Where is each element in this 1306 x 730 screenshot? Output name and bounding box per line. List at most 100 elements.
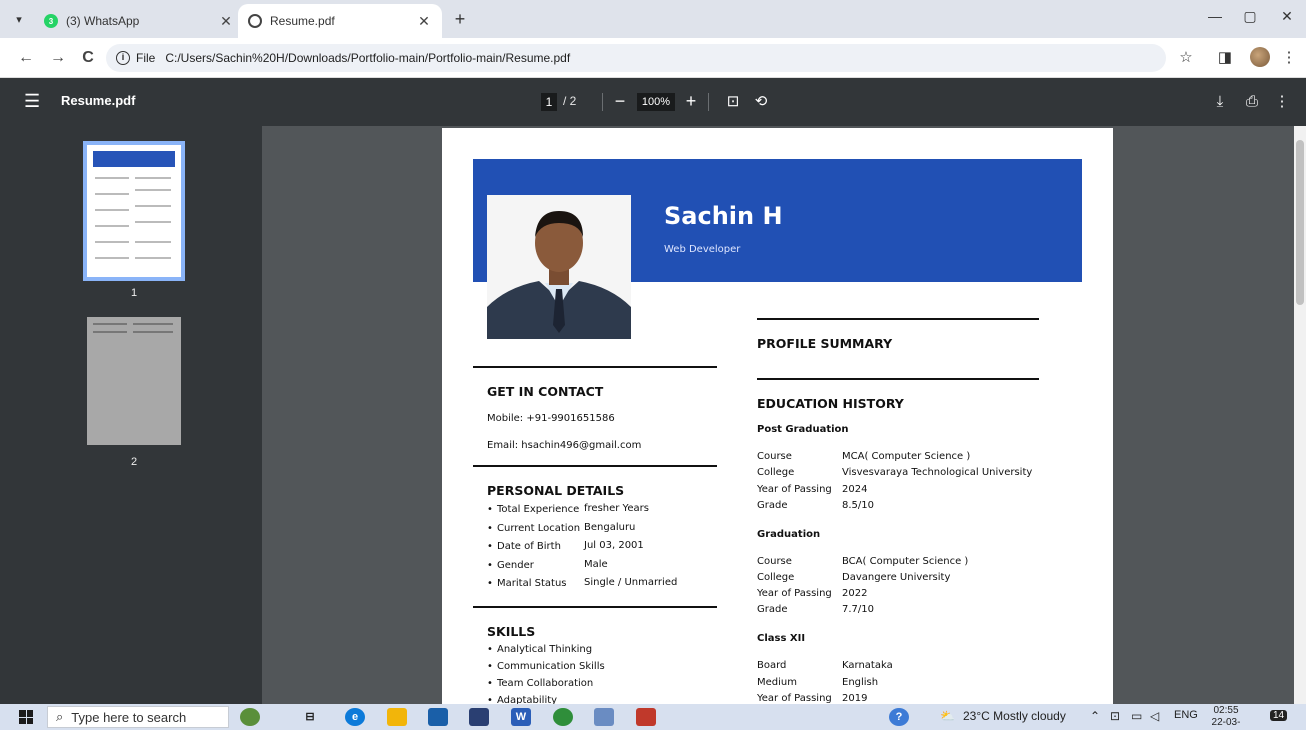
- tab-search-chevron-icon[interactable]: ▾: [8, 9, 30, 31]
- tab-title: (3) WhatsApp: [66, 14, 140, 28]
- new-tab-button[interactable]: +: [450, 9, 470, 29]
- thumbnail-line: [95, 209, 129, 211]
- skill-item: Communication Skills: [487, 661, 605, 672]
- education-label: Medium: [757, 677, 797, 688]
- help-icon[interactable]: ?: [889, 708, 909, 726]
- personal-heading: PERSONAL DETAILS: [487, 483, 625, 498]
- rotate-icon[interactable]: ⟲: [751, 92, 771, 112]
- side-panel-icon[interactable]: ◨: [1214, 48, 1236, 68]
- skill-item: Adaptability: [487, 695, 557, 704]
- page-number-input[interactable]: 1: [541, 93, 557, 111]
- education-value: English: [842, 677, 879, 688]
- thumbnail-line: [135, 221, 171, 223]
- skills-heading: SKILLS: [487, 624, 536, 639]
- close-tab-icon[interactable]: ✕: [218, 13, 234, 30]
- pdf-toolbar: ☰ Resume.pdf 1 / 2 − 100% + ⊡ ⟲ ⤓ ⎙ ⋮: [0, 78, 1306, 126]
- weather-icon[interactable]: ⛅: [940, 709, 955, 723]
- education-value: 2019: [842, 693, 868, 704]
- divider: [708, 93, 709, 111]
- zoom-input[interactable]: 100%: [637, 93, 675, 111]
- windows-start-icon[interactable]: [19, 710, 33, 724]
- zoom-in-button[interactable]: +: [682, 90, 700, 112]
- fit-to-page-icon[interactable]: ⊡: [723, 92, 743, 112]
- clock-date: 22-03-2024: [1211, 717, 1241, 730]
- contact-email: Email: hsachin496@gmail.com: [487, 440, 642, 451]
- tab-resume-pdf[interactable]: Resume.pdf ✕: [238, 4, 442, 38]
- maximize-button[interactable]: ▢: [1235, 8, 1265, 25]
- thumbnail-line: [133, 331, 173, 333]
- profile-avatar[interactable]: [1250, 47, 1270, 67]
- section-divider: [757, 378, 1039, 380]
- education-value: 8.5/10: [842, 500, 874, 511]
- minimize-button[interactable]: —: [1200, 8, 1230, 24]
- page-total: / 2: [563, 94, 577, 108]
- chrome-icon[interactable]: [553, 708, 573, 726]
- thumbnail-label: 1: [130, 287, 138, 299]
- language-indicator[interactable]: ENG: [1174, 709, 1198, 721]
- education-section-title: Class XII: [757, 633, 806, 644]
- hamburger-menu-icon[interactable]: ☰: [24, 92, 40, 110]
- tab-whatsapp[interactable]: 3 (3) WhatsApp ✕: [34, 4, 244, 38]
- thumbnail-header: [93, 151, 175, 167]
- scrollbar-thumb[interactable]: [1296, 140, 1304, 305]
- personal-label: Date of Birth: [487, 541, 561, 552]
- pdf-filename: Resume.pdf: [61, 93, 136, 108]
- section-divider: [757, 318, 1039, 320]
- education-label: College: [757, 467, 795, 478]
- thumbnail-line: [95, 225, 129, 227]
- zoom-out-button[interactable]: −: [611, 90, 629, 112]
- notification-badge[interactable]: 14: [1270, 710, 1288, 721]
- store-icon[interactable]: [428, 708, 448, 726]
- word-icon[interactable]: W: [511, 708, 531, 726]
- file-explorer-icon[interactable]: [387, 708, 407, 726]
- download-icon[interactable]: ⤓: [1210, 92, 1230, 112]
- print-icon[interactable]: ⎙: [1242, 92, 1262, 112]
- tab-title: Resume.pdf: [270, 14, 335, 28]
- battery-icon[interactable]: ▭: [1131, 709, 1142, 723]
- thumbnail-line: [95, 193, 129, 195]
- weather-widget-icon[interactable]: [240, 708, 260, 726]
- thumbnail-line: [135, 257, 171, 259]
- task-view-icon[interactable]: ⊟: [300, 708, 320, 726]
- tab-strip: ▾ 3 (3) WhatsApp ✕ Resume.pdf ✕ + — ▢ ✕: [0, 0, 1306, 38]
- education-value: 7.7/10: [842, 604, 874, 615]
- clock[interactable]: 02:55 22-03-2024: [1206, 705, 1246, 730]
- personal-label: Gender: [487, 560, 534, 571]
- education-value: 2024: [842, 484, 868, 495]
- weather-text[interactable]: 23°C Mostly cloudy: [963, 709, 1066, 723]
- edge-icon[interactable]: e: [345, 708, 365, 726]
- more-actions-icon[interactable]: ⋮: [1272, 92, 1292, 112]
- taskbar-search[interactable]: ⌕ Type here to search: [47, 706, 229, 728]
- whatsapp-icon: 3: [44, 14, 58, 28]
- skill-item: Team Collaboration: [487, 678, 593, 689]
- personal-value: Bengaluru: [584, 522, 636, 533]
- education-section-title: Graduation: [757, 529, 821, 540]
- close-tab-icon[interactable]: ✕: [416, 13, 432, 30]
- page-thumbnail-1[interactable]: [83, 141, 185, 281]
- back-button[interactable]: ←: [16, 48, 36, 68]
- bookmark-star-icon[interactable]: ☆: [1175, 48, 1197, 68]
- thumbnail-line: [135, 241, 171, 243]
- address-bar[interactable]: i File C:/Users/Sachin%20H/Downloads/Por…: [106, 44, 1166, 72]
- volume-icon[interactable]: ◁: [1150, 709, 1159, 723]
- windows-taskbar: ⌕ Type here to search ⊟ e W ? ⛅ 23°C Mos…: [0, 704, 1306, 730]
- chevron-up-icon[interactable]: ⌃: [1090, 709, 1100, 723]
- education-value: MCA( Computer Science ): [842, 451, 971, 462]
- network-icon[interactable]: ⊡: [1110, 709, 1120, 723]
- app-icon[interactable]: [594, 708, 614, 726]
- recorder-icon[interactable]: [636, 708, 656, 726]
- browser-toolbar: ← → C i File C:/Users/Sachin%20H/Downloa…: [0, 38, 1306, 78]
- close-window-button[interactable]: ✕: [1272, 8, 1302, 25]
- profile-summary-heading: PROFILE SUMMARY: [757, 336, 893, 351]
- divider: [602, 93, 603, 111]
- app-icon[interactable]: [469, 708, 489, 726]
- forward-button[interactable]: →: [48, 48, 68, 68]
- page-thumbnail-2[interactable]: [87, 317, 181, 445]
- browser-menu-icon[interactable]: ⋮: [1278, 48, 1300, 68]
- site-info-icon[interactable]: i: [116, 51, 130, 65]
- thumbnail-line: [93, 331, 127, 333]
- personal-label: Marital Status: [487, 578, 566, 589]
- pdf-page: Sachin H Web Developer GET IN CONTACT Mo…: [442, 128, 1113, 704]
- reload-button[interactable]: C: [78, 48, 98, 68]
- education-label: Year of Passing: [757, 588, 832, 599]
